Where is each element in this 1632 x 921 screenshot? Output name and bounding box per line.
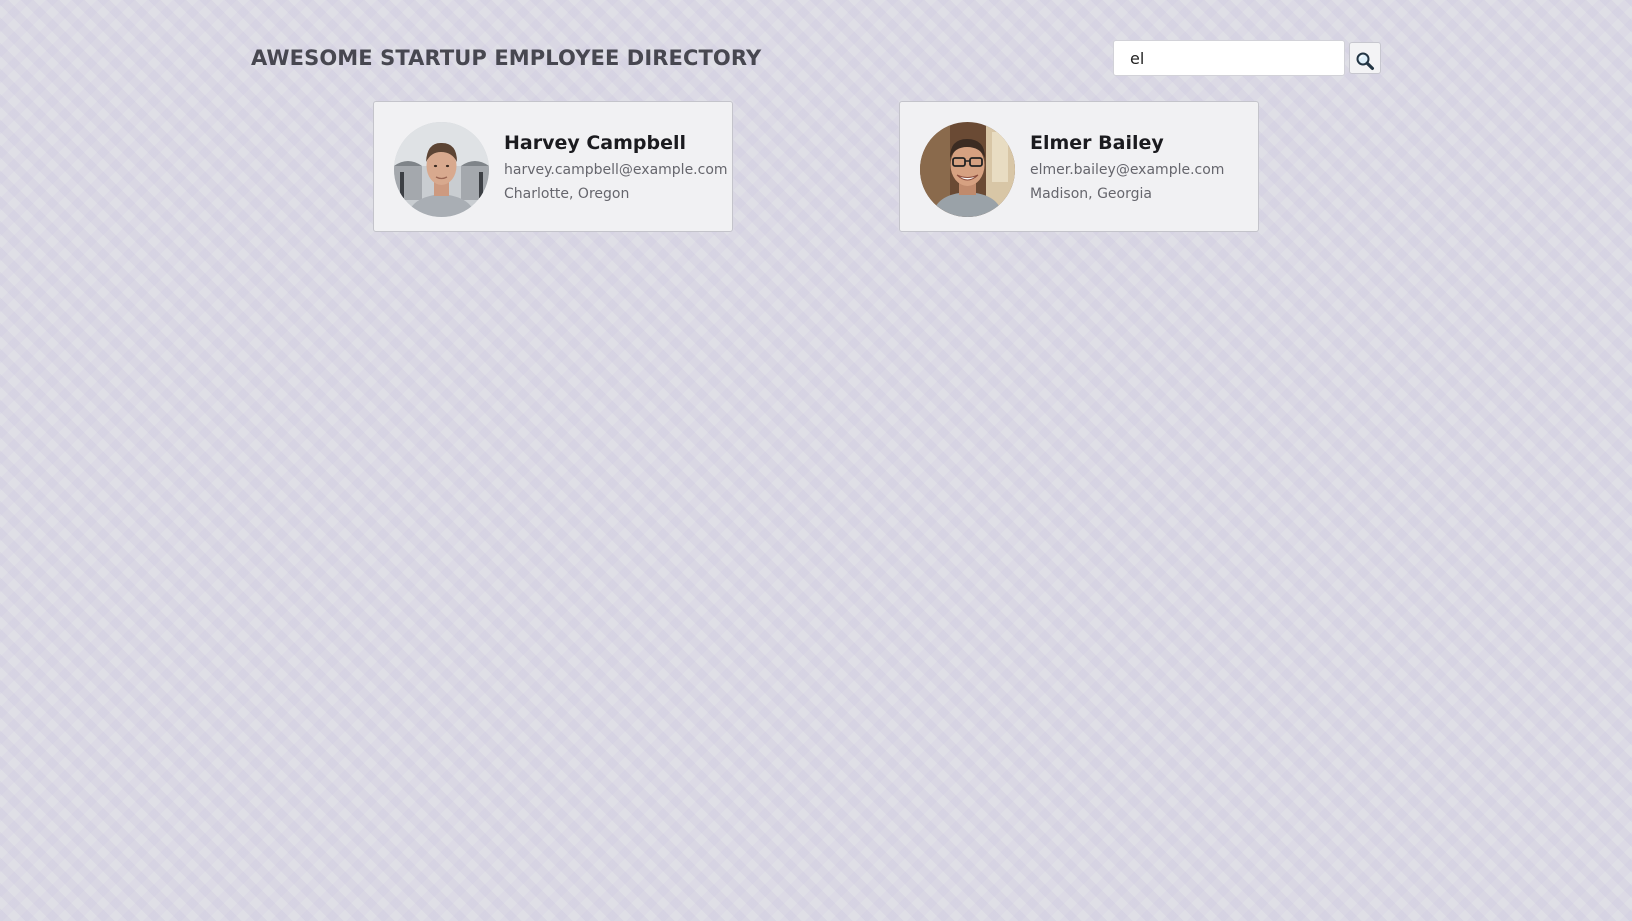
avatar	[920, 122, 1015, 217]
avatar	[394, 122, 489, 217]
search-icon	[1356, 52, 1374, 70]
search-button[interactable]	[1349, 42, 1381, 74]
employee-email: elmer.bailey@example.com	[1030, 162, 1225, 178]
employee-email: harvey.campbell@example.com	[504, 162, 728, 178]
search-input[interactable]	[1113, 40, 1345, 76]
employee-card[interactable]: Elmer Bailey elmer.bailey@example.com Ma…	[899, 101, 1259, 232]
employee-name: Harvey Campbell	[504, 132, 687, 154]
employee-card[interactable]: Harvey Campbell harvey.campbell@example.…	[373, 101, 733, 232]
employee-location: Charlotte, Oregon	[504, 186, 630, 202]
employee-location: Madison, Georgia	[1030, 186, 1152, 202]
page-title: AWESOME STARTUP EMPLOYEE DIRECTORY	[251, 46, 762, 70]
employee-name: Elmer Bailey	[1030, 132, 1164, 154]
